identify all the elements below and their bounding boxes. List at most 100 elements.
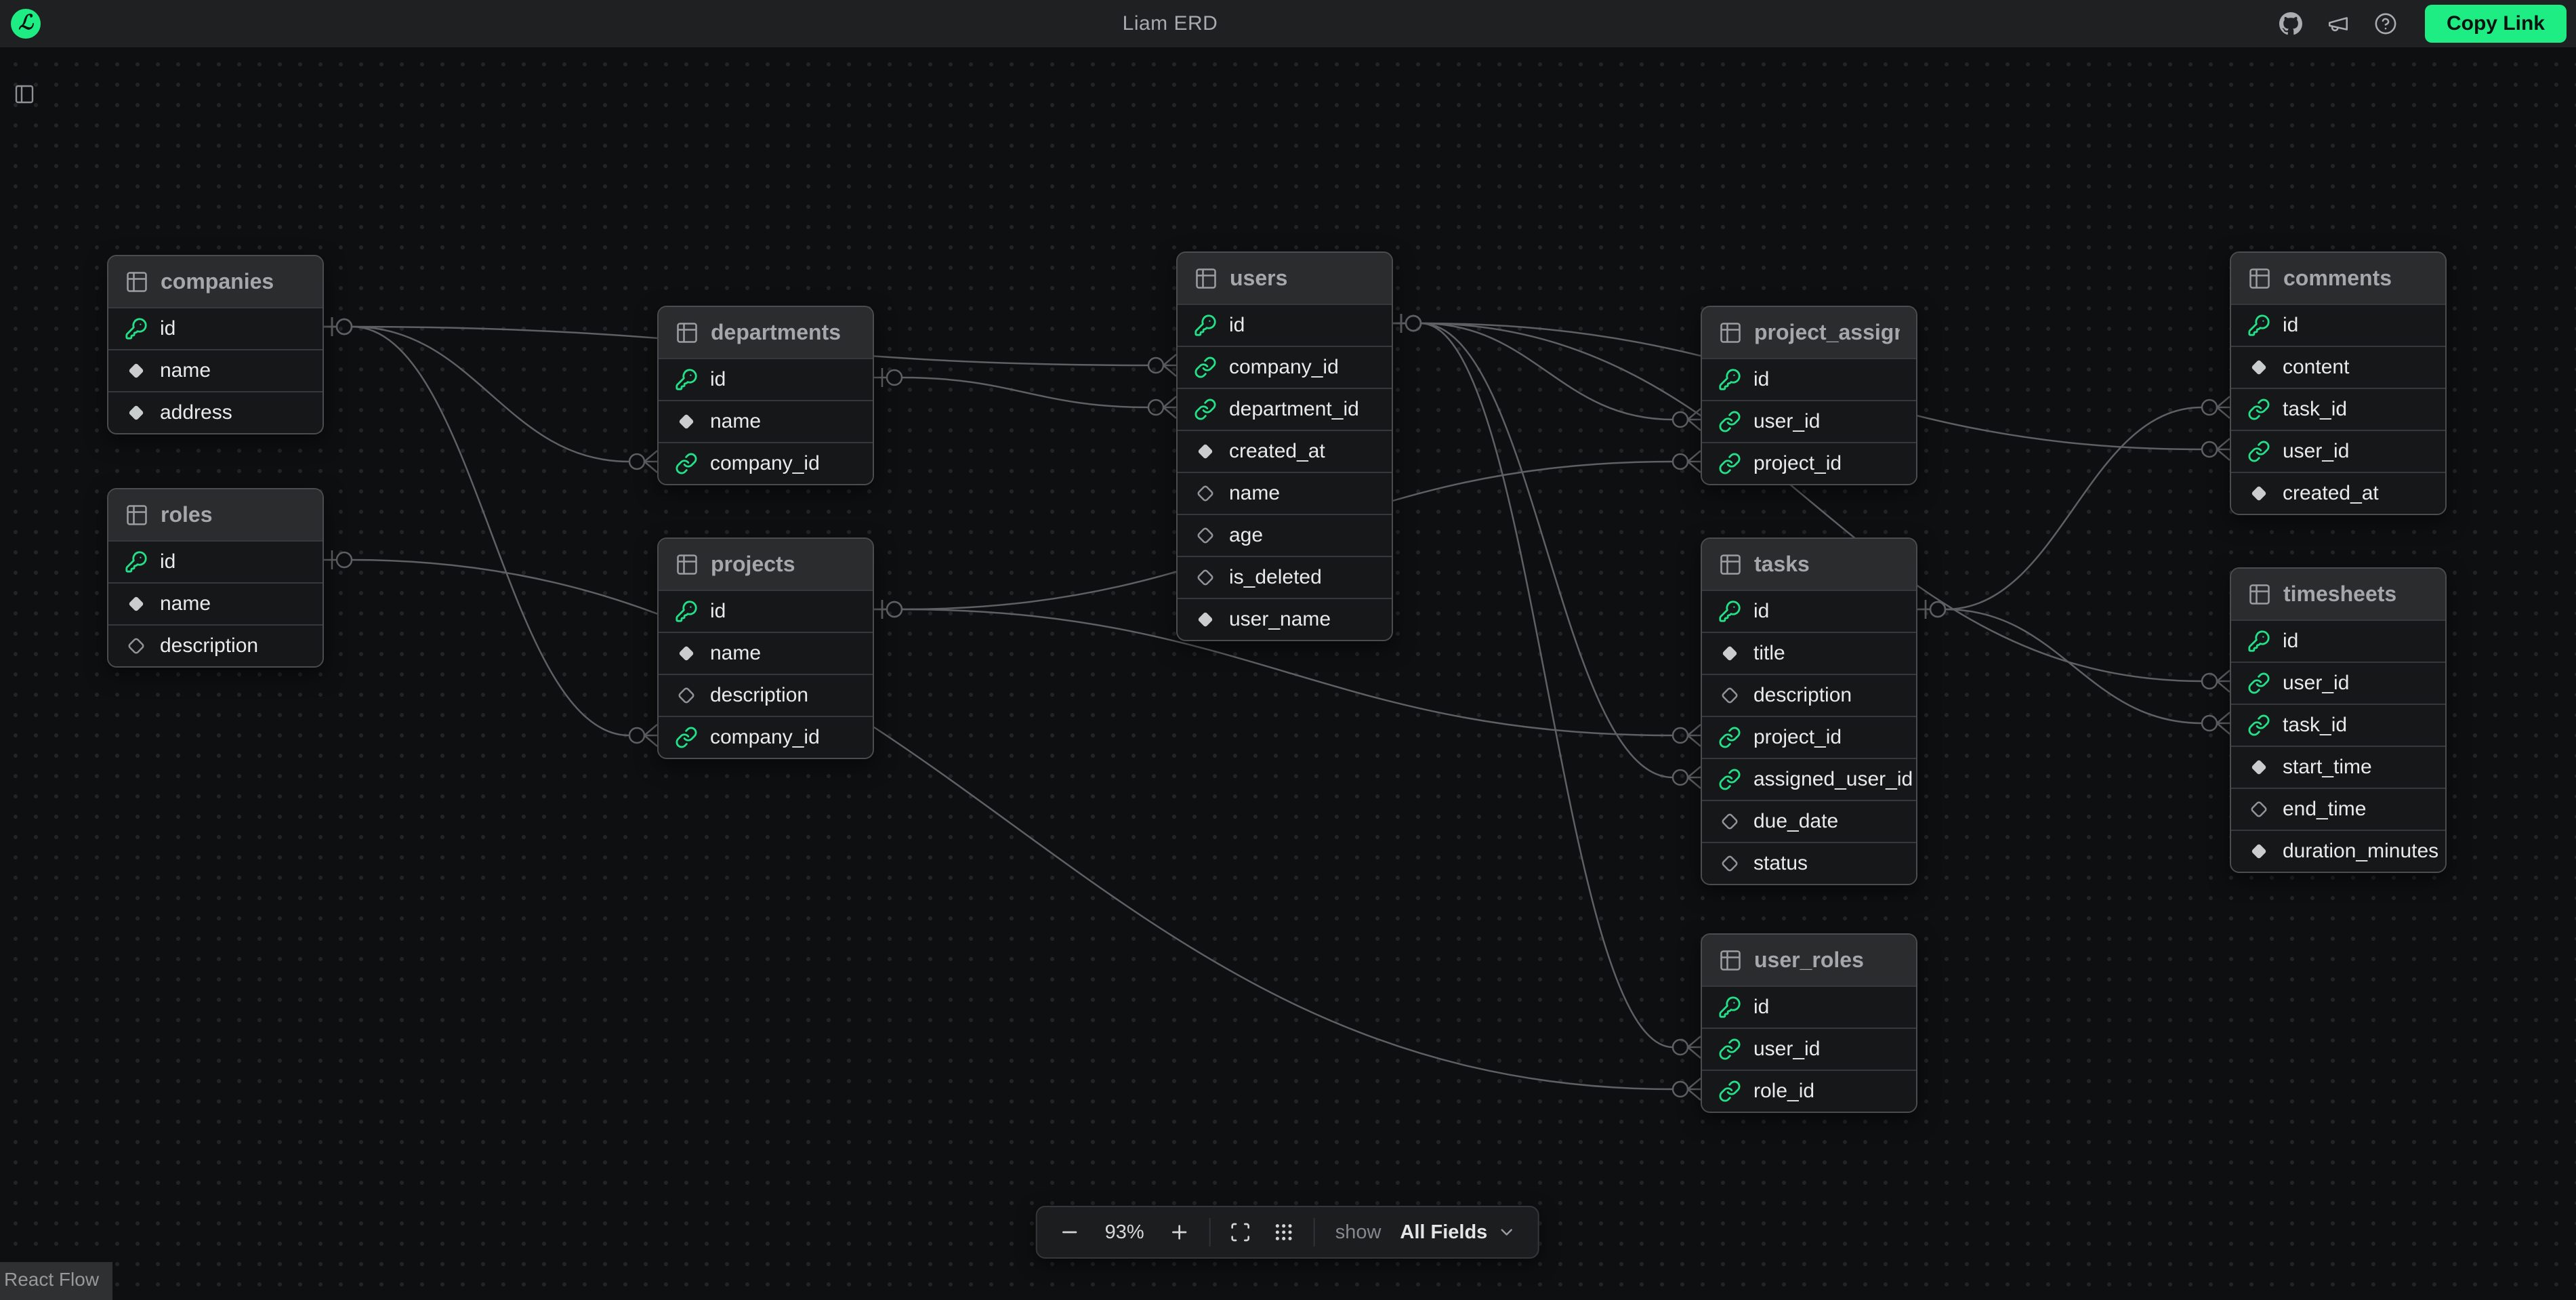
- field-tasks-assigned_user_id[interactable]: assigned_user_id: [1702, 758, 1916, 800]
- field-users-department_id[interactable]: department_id: [1178, 388, 1392, 430]
- edge-users.id-to-project_assignments.user_id[interactable]: [1393, 314, 1701, 430]
- fields-filter-dropdown[interactable]: All Fields: [1397, 1221, 1518, 1244]
- field-users-age[interactable]: age: [1178, 514, 1392, 556]
- field-name: user_id: [1753, 410, 1820, 433]
- table-header-timesheets[interactable]: timesheets: [2231, 569, 2445, 619]
- field-projects-name[interactable]: name: [659, 632, 873, 674]
- field-departments-id[interactable]: id: [659, 358, 873, 400]
- table-comments[interactable]: commentsid content task_iduser_idcreated_a…: [2230, 251, 2447, 515]
- edge-tasks.id-to-comments.task_id[interactable]: [1917, 397, 2230, 619]
- table-header-projects[interactable]: projects: [659, 539, 873, 590]
- field-users-name[interactable]: name: [1178, 472, 1392, 514]
- table-projects[interactable]: projectsidnamedescriptioncompany_id: [657, 537, 874, 759]
- field-timesheets-duration_minutes[interactable]: duration_minutes: [2231, 830, 2445, 872]
- field-name: is_deleted: [1229, 566, 1322, 589]
- edge-tasks.id-to-timesheets.task_id[interactable]: [1917, 600, 2230, 734]
- foreign-key-icon: [2247, 714, 2270, 737]
- github-button[interactable]: [2279, 12, 2303, 36]
- field-comments-user_id[interactable]: user_id: [2231, 430, 2445, 472]
- copy-link-button[interactable]: Copy Link: [2425, 5, 2567, 43]
- field-companies-id[interactable]: id: [108, 307, 323, 349]
- table-departments[interactable]: departmentsidnamecompany_id: [657, 306, 874, 485]
- nullable-diamond-icon: [675, 684, 698, 707]
- table-header-companies[interactable]: companies: [108, 256, 323, 307]
- table-user_roles[interactable]: user_rolesiduser_idrole_id: [1701, 933, 1917, 1113]
- field-companies-address[interactable]: address: [108, 391, 323, 433]
- field-users-company_id[interactable]: company_id: [1178, 346, 1392, 388]
- field-departments-name[interactable]: name: [659, 400, 873, 442]
- show-label: show: [1335, 1221, 1382, 1244]
- fit-view-button[interactable]: [1227, 1219, 1254, 1246]
- field-projects-description[interactable]: description: [659, 674, 873, 716]
- sidebar-toggle-button[interactable]: [12, 83, 37, 107]
- edge-users.id-to-tasks.assigned_user_id[interactable]: [1393, 314, 1701, 788]
- field-comments-created_at[interactable]: created_at: [2231, 472, 2445, 514]
- announcements-button[interactable]: [2326, 12, 2350, 36]
- table-header-tasks[interactable]: tasks: [1702, 539, 1916, 590]
- field-project_assignments-project_id[interactable]: project_id: [1702, 442, 1916, 484]
- table-header-roles[interactable]: roles: [108, 489, 323, 540]
- table-icon: [1194, 266, 1218, 291]
- field-project_assignments-user_id[interactable]: user_id: [1702, 400, 1916, 442]
- table-name: project_assignme...: [1754, 320, 1900, 345]
- field-user_roles-id[interactable]: id: [1702, 986, 1916, 1028]
- field-tasks-id[interactable]: id: [1702, 590, 1916, 632]
- table-timesheets[interactable]: timesheetsiduser_id task_id start_timeend_…: [2230, 567, 2447, 873]
- field-user_roles-role_id[interactable]: role_id: [1702, 1070, 1916, 1112]
- table-users[interactable]: usersidcompany_iddepartment_idcreated_at…: [1176, 251, 1393, 641]
- table-header-user_roles[interactable]: user_roles: [1702, 935, 1916, 986]
- field-tasks-description[interactable]: description: [1702, 674, 1916, 716]
- field-name: content: [2283, 356, 2349, 379]
- field-timesheets-task_id[interactable]: task_id: [2231, 704, 2445, 746]
- field-roles-name[interactable]: name: [108, 582, 323, 624]
- field-departments-company_id[interactable]: company_id: [659, 442, 873, 484]
- field-tasks-due_date[interactable]: due_date: [1702, 800, 1916, 842]
- field-comments-task_id[interactable]: task_id: [2231, 388, 2445, 430]
- table-project_assignments[interactable]: project_assignme...id user_id project_id: [1701, 306, 1917, 485]
- zoom-in-button[interactable]: [1166, 1219, 1193, 1246]
- page-title: Liam ERD: [1123, 12, 1218, 35]
- zoom-out-button[interactable]: [1056, 1219, 1083, 1246]
- field-name: id: [1753, 600, 1769, 623]
- field-companies-name[interactable]: name: [108, 349, 323, 391]
- not-null-diamond-icon: [2247, 840, 2270, 863]
- field-timesheets-start_time[interactable]: start_time: [2231, 746, 2445, 788]
- field-roles-id[interactable]: id: [108, 540, 323, 582]
- help-button[interactable]: [2373, 12, 2398, 36]
- field-timesheets-id[interactable]: id: [2231, 619, 2445, 662]
- field-users-user_name[interactable]: user_name: [1178, 598, 1392, 640]
- field-project_assignments-id[interactable]: id: [1702, 358, 1916, 400]
- edge-companies.id-to-projects.company_id[interactable]: [324, 317, 657, 746]
- liam-logo[interactable]: ℒ: [11, 9, 41, 39]
- field-users-id[interactable]: id: [1178, 304, 1392, 346]
- field-projects-company_id[interactable]: company_id: [659, 716, 873, 758]
- field-tasks-title[interactable]: title: [1702, 632, 1916, 674]
- table-roles[interactable]: rolesidnamedescription: [107, 488, 324, 668]
- table-name: user_roles: [1754, 948, 1864, 973]
- field-name: assigned_user_id: [1753, 768, 1913, 791]
- field-comments-content[interactable]: content: [2231, 346, 2445, 388]
- field-tasks-status[interactable]: status: [1702, 842, 1916, 884]
- help-icon: [2374, 12, 2397, 35]
- field-user_roles-user_id[interactable]: user_id: [1702, 1028, 1916, 1070]
- table-header-project_assignments[interactable]: project_assignme...: [1702, 307, 1916, 358]
- edge-companies.id-to-departments.company_id[interactable]: [324, 317, 657, 472]
- field-timesheets-user_id[interactable]: user_id: [2231, 662, 2445, 704]
- field-comments-id[interactable]: id: [2231, 304, 2445, 346]
- table-header-comments[interactable]: comments: [2231, 253, 2445, 304]
- table-tasks[interactable]: tasks id titledescriptionproject_idassigne…: [1701, 537, 1917, 885]
- field-roles-description[interactable]: description: [108, 624, 323, 666]
- field-name: task_id: [2283, 714, 2347, 737]
- field-projects-id[interactable]: id: [659, 590, 873, 632]
- table-header-departments[interactable]: departments: [659, 307, 873, 358]
- edge-users.id-to-user_roles.user_id[interactable]: [1393, 314, 1701, 1058]
- edge-departments.id-to-users.department_id[interactable]: [874, 368, 1176, 418]
- field-tasks-project_id[interactable]: project_id: [1702, 716, 1916, 758]
- chevron-down-icon: [1497, 1223, 1516, 1242]
- table-header-users[interactable]: users: [1178, 253, 1392, 304]
- table-companies[interactable]: companiesidnameaddress: [107, 255, 324, 434]
- field-timesheets-end_time[interactable]: end_time: [2231, 788, 2445, 830]
- field-users-is_deleted[interactable]: is_deleted: [1178, 556, 1392, 598]
- field-users-created_at[interactable]: created_at: [1178, 430, 1392, 472]
- tidy-up-button[interactable]: [1270, 1219, 1297, 1246]
